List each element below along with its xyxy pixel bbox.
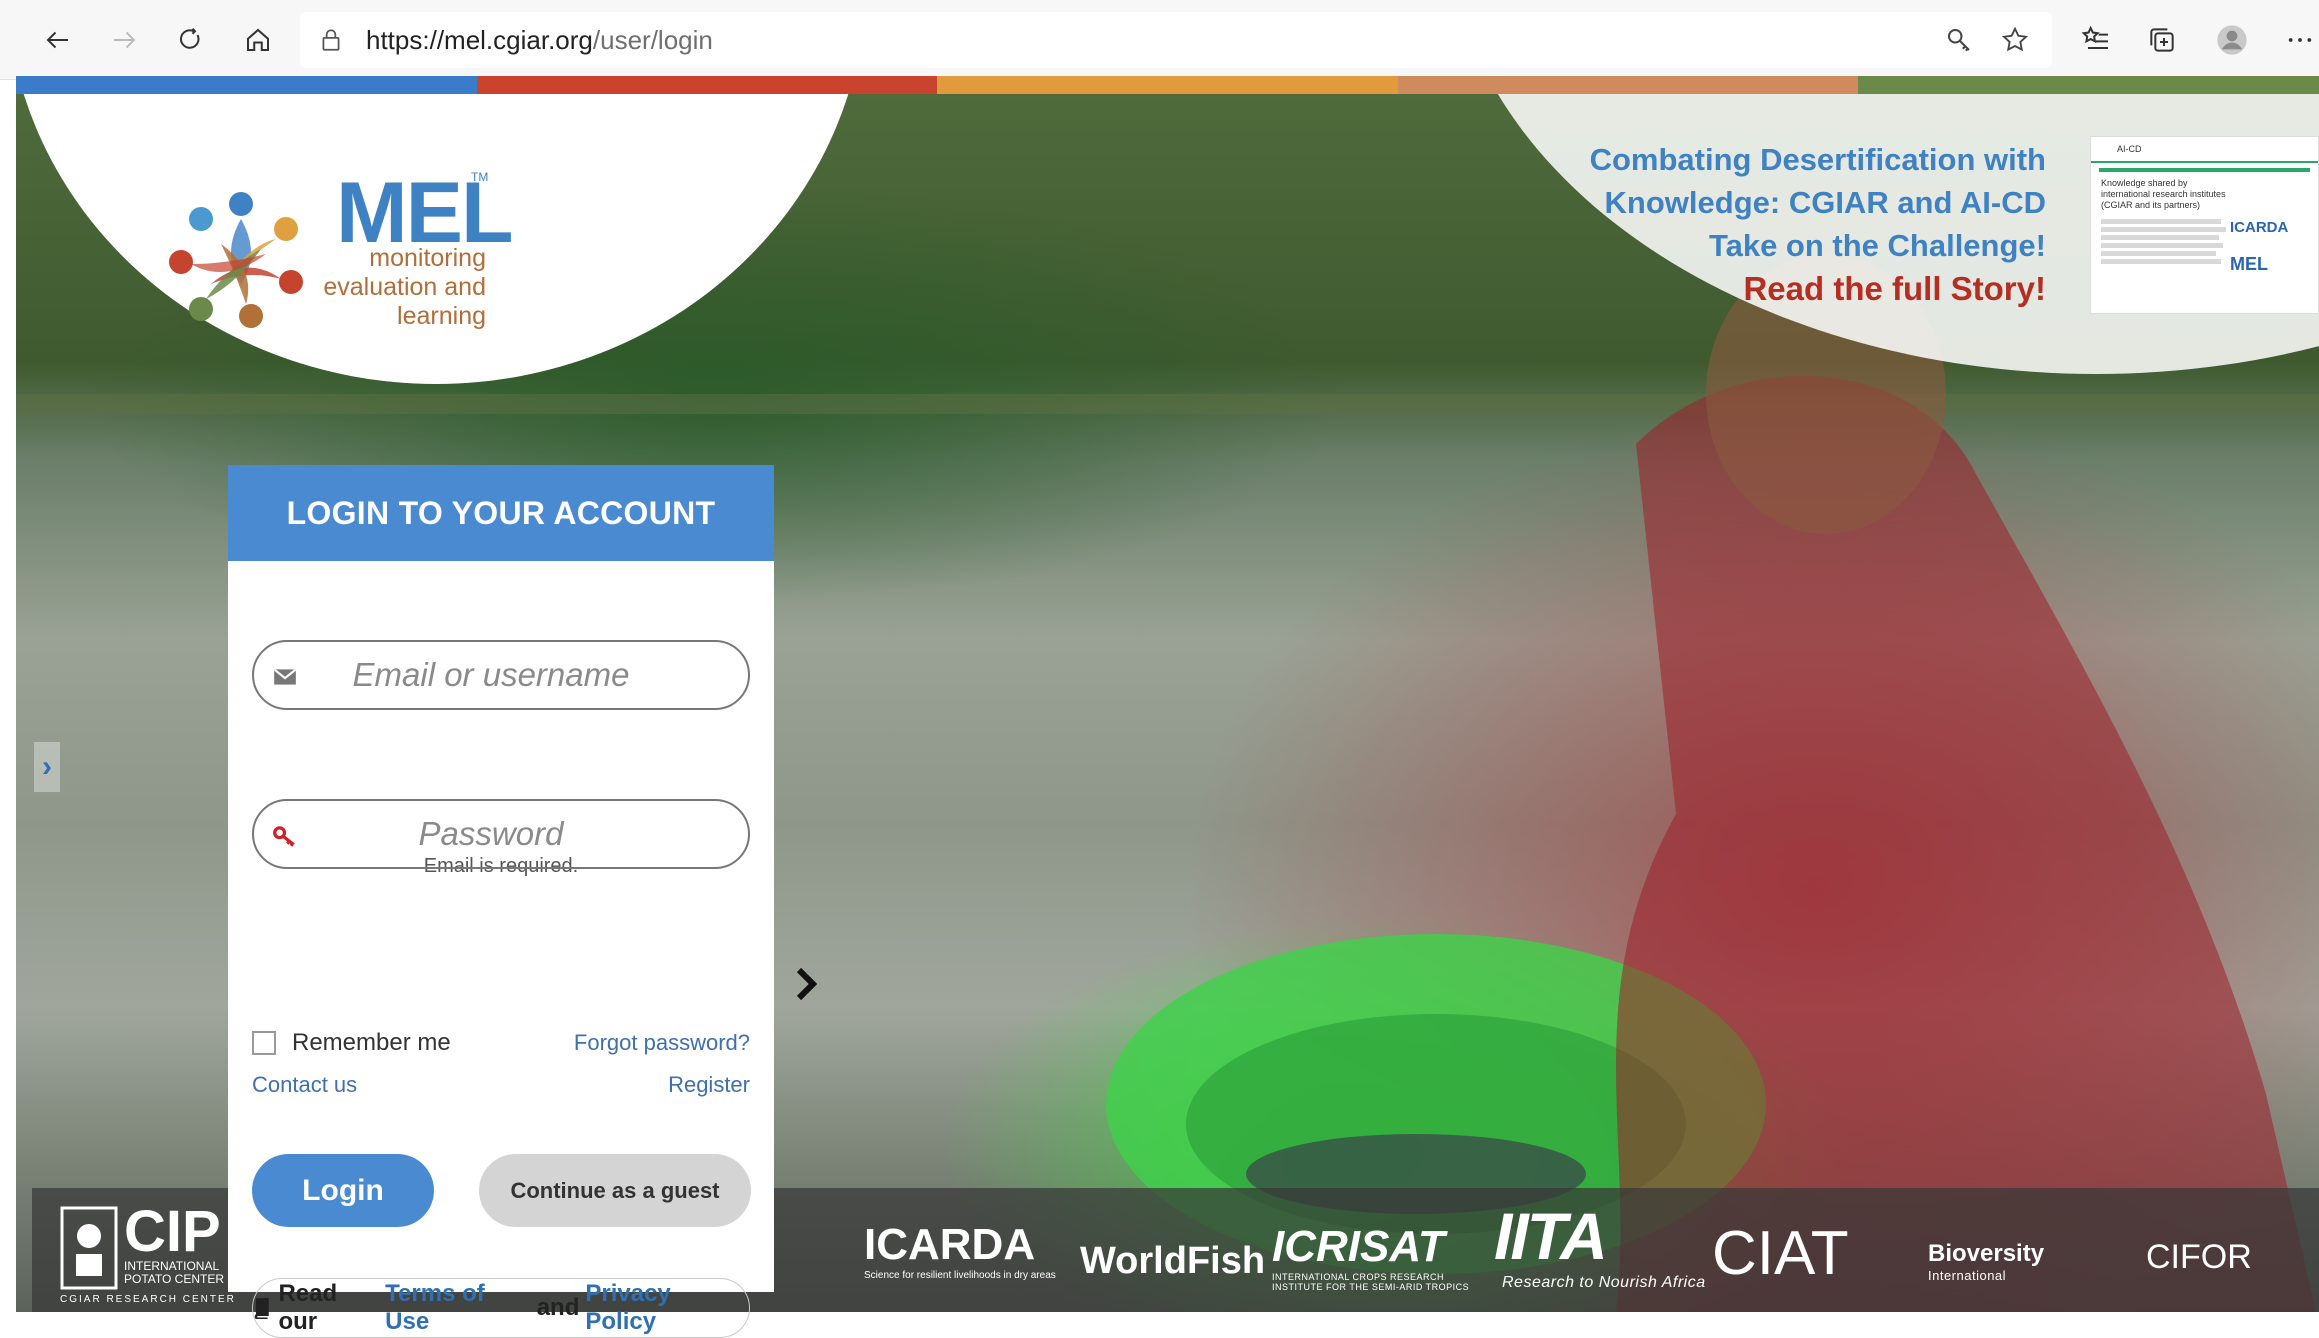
terms-prefix: Read our: [278, 1280, 338, 1335]
trademark-mark: TM: [471, 170, 489, 184]
stripe-segment-orange: [937, 76, 1398, 94]
carousel-next-arrow[interactable]: [791, 964, 821, 1004]
envelope-icon: [273, 668, 297, 685]
featured-story[interactable]: Combating Desertification with Knowledge…: [1516, 138, 2046, 310]
terms-notice: Read our Terms of Use and Privacy Policy: [252, 1278, 750, 1338]
partner-bioversity[interactable]: Bioversity International: [1928, 1240, 2044, 1283]
password-input[interactable]: [254, 801, 748, 867]
terms-and: and: [536, 1294, 580, 1321]
mel-tagline-line1: monitoring: [369, 244, 486, 272]
email-field[interactable]: [252, 640, 750, 710]
collections-icon[interactable]: [2140, 18, 2184, 62]
partner-cifor[interactable]: CIFOR: [2146, 1238, 2252, 1277]
home-icon[interactable]: [236, 18, 280, 62]
key-icon: [273, 826, 295, 847]
login-card: LOGIN TO YOUR ACCOUNT Email is required.…: [228, 465, 774, 1338]
thumb-heading: Knowledge shared by international resear…: [2101, 178, 2226, 210]
stripe-segment-green: [1858, 76, 2319, 94]
book-icon: [254, 1298, 269, 1319]
cip-research-center: CGIAR RESEARCH CENTER: [60, 1294, 236, 1305]
partner-worldfish[interactable]: WorldFish: [1080, 1240, 1265, 1283]
bioversity-subtitle: International: [1928, 1268, 2007, 1283]
bioversity-wordmark: Bioversity: [1928, 1240, 2045, 1267]
thumb-mel-logo: MEL: [2230, 254, 2268, 274]
thumb-icarda-logo: ICARDA: [2230, 219, 2289, 236]
icrisat-subtitle-1: INTERNATIONAL CROPS RESEARCH: [1272, 1272, 1445, 1282]
login-button[interactable]: Login: [252, 1154, 434, 1227]
key-icon[interactable]: [1944, 25, 1974, 55]
register-link[interactable]: Register: [668, 1072, 750, 1098]
mel-tagline-line2: evaluation and: [323, 273, 486, 301]
remember-me[interactable]: Remember me: [252, 1029, 451, 1057]
password-field[interactable]: [252, 799, 750, 869]
remember-me-label: Remember me: [292, 1029, 451, 1056]
cip-subtitle: INTERNATIONAL POTATO CENTER: [124, 1259, 225, 1286]
lock-icon: [322, 29, 340, 51]
mel-logo[interactable]: MEL TM monitoring evaluation and learnin…: [166, 164, 526, 344]
icrisat-wordmark: ICRISAT: [1272, 1222, 1445, 1271]
profile-icon[interactable]: [2210, 18, 2254, 62]
icarda-wordmark: ICARDA: [864, 1220, 1036, 1269]
continue-as-guest-button[interactable]: Continue as a guest: [479, 1154, 751, 1227]
login-card-title: LOGIN TO YOUR ACCOUNT: [228, 465, 774, 561]
browser-toolbar: https://mel.cgiar.org/user/login: [0, 0, 2319, 80]
partner-icrisat[interactable]: ICRISAT INTERNATIONAL CROPS RESEARCH INS…: [1272, 1222, 1469, 1292]
thumb-title: AI-CD: [2091, 137, 2318, 163]
partner-icarda[interactable]: ICARDA Science for resilient livelihoods…: [864, 1220, 1056, 1281]
privacy-policy-link[interactable]: Privacy Policy: [585, 1280, 743, 1336]
more-icon[interactable]: [2278, 18, 2319, 62]
cip-wordmark: CIP: [124, 1199, 221, 1264]
remember-me-checkbox[interactable]: [252, 1031, 276, 1055]
back-icon[interactable]: [36, 18, 80, 62]
cip-emblem-icon: [60, 1206, 118, 1290]
forgot-password-link[interactable]: Forgot password?: [574, 1030, 750, 1056]
terms-of-use-link[interactable]: Terms of Use: [385, 1280, 531, 1336]
chevron-right-icon: [796, 968, 817, 1000]
refresh-icon[interactable]: [168, 18, 212, 62]
partner-iita[interactable]: IITA Research to Nourish Africa: [1494, 1198, 1706, 1292]
iita-wordmark: IITA: [1494, 1199, 1608, 1273]
color-stripe: [16, 76, 2319, 94]
mel-tagline: monitoring evaluation and learning: [286, 244, 486, 331]
url-domain: https://mel.cgiar.org: [366, 24, 593, 55]
icarda-tagline: Science for resilient livelihoods in dry…: [864, 1270, 1056, 1281]
forward-icon[interactable]: [102, 18, 146, 62]
story-line2: Knowledge: CGIAR and AI-CD: [1604, 185, 2046, 220]
stripe-segment-tan: [1397, 76, 1859, 94]
story-line1: Combating Desertification with: [1589, 142, 2046, 177]
address-bar[interactable]: https://mel.cgiar.org/user/login: [300, 12, 2052, 68]
carousel-prev-arrow[interactable]: ›: [34, 742, 60, 792]
read-story-link[interactable]: Read the full Story!: [1516, 267, 2046, 310]
favorites-icon[interactable]: [2074, 18, 2118, 62]
stripe-segment-blue: [16, 76, 477, 94]
iita-tagline: Research to Nourish Africa: [1502, 1274, 1706, 1291]
star-icon[interactable]: [2000, 25, 2030, 55]
email-input[interactable]: [254, 642, 748, 708]
story-thumbnail[interactable]: AI-CD Knowledge shared by international …: [2090, 136, 2319, 314]
mel-tagline-line3: learning: [397, 302, 486, 330]
icrisat-subtitle-2: INSTITUTE FOR THE SEMI-ARID TROPICS: [1272, 1282, 1470, 1292]
contact-us-link[interactable]: Contact us: [252, 1072, 357, 1098]
url-path: /user/login: [592, 24, 713, 55]
story-line3: Take on the Challenge!: [1708, 228, 2046, 263]
stripe-segment-red: [476, 76, 938, 94]
partner-ciat[interactable]: CIAT: [1712, 1218, 1849, 1289]
